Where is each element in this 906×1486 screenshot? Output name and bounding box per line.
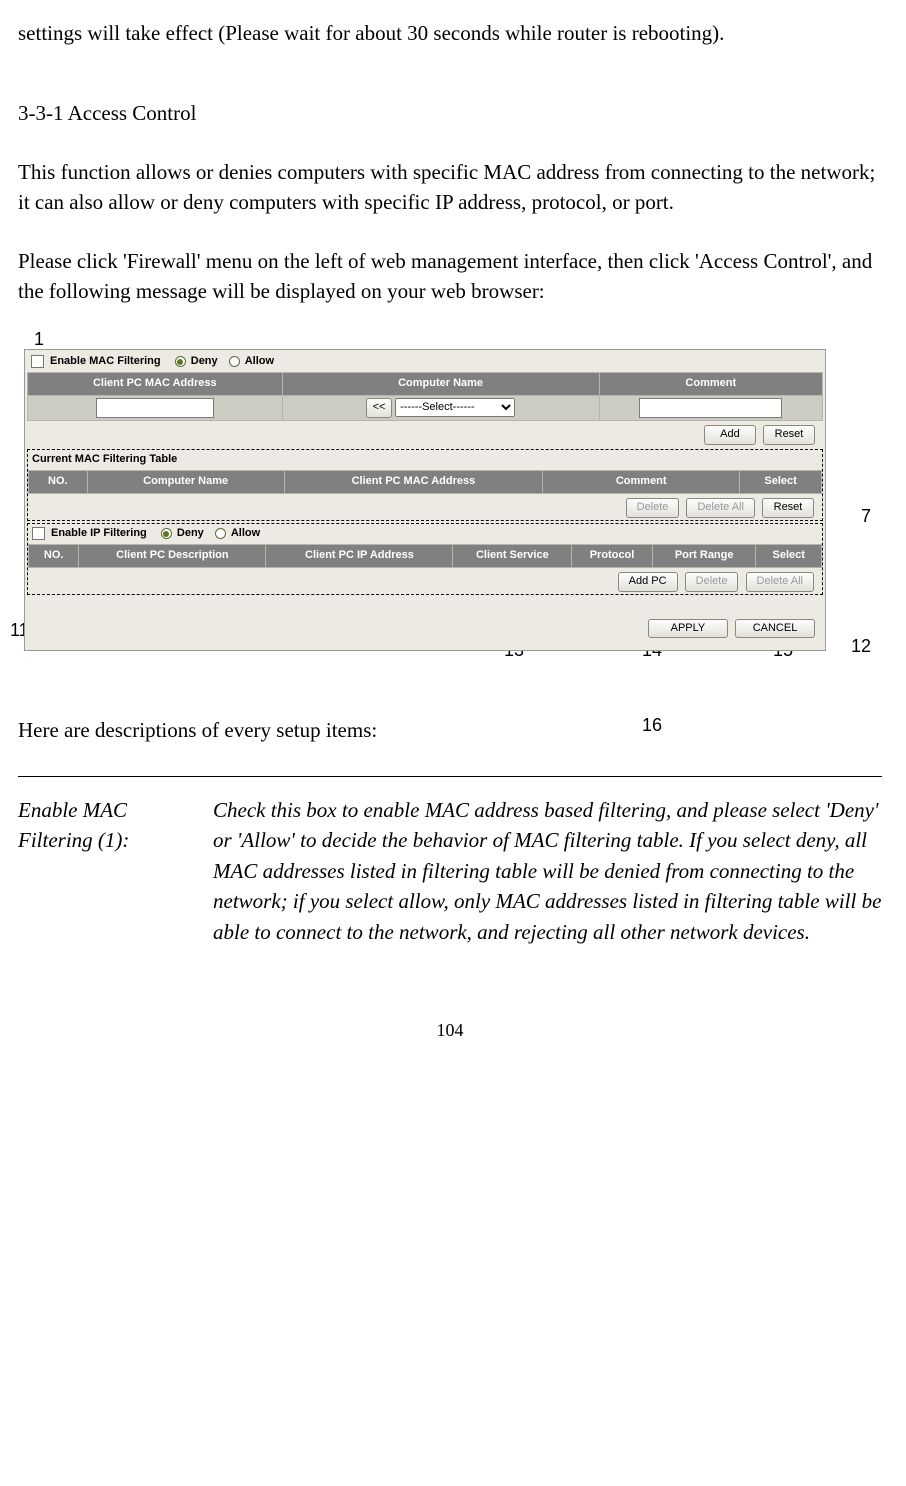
col-comment2: Comment xyxy=(543,470,740,493)
col-comment: Comment xyxy=(599,372,822,395)
ip-delete-button[interactable]: Delete xyxy=(685,572,739,592)
mac-table-box: Current MAC Filtering Table NO. Computer… xyxy=(27,449,823,521)
callout-16: 16 xyxy=(642,712,662,738)
descriptions-intro: Here are descriptions of every setup ite… xyxy=(18,715,882,745)
mac-filter-input-table: Client PC MAC Address Computer Name Comm… xyxy=(27,372,823,421)
col-mac: Client PC MAC Address xyxy=(28,372,283,395)
enable-mac-checkbox[interactable] xyxy=(31,355,44,368)
paragraph-1: This function allows or denies computers… xyxy=(18,157,882,218)
ip-col-select: Select xyxy=(756,544,822,567)
col-name2: Computer Name xyxy=(87,470,284,493)
separator xyxy=(18,776,882,777)
ip-allow-label: Allow xyxy=(231,526,260,542)
enable-ip-label: Enable IP Filtering xyxy=(51,526,147,542)
reset-button[interactable]: Reset xyxy=(763,425,815,445)
ip-col-no: NO. xyxy=(29,544,79,567)
ip-filter-box: Enable IP Filtering Deny Allow NO. Clien… xyxy=(27,523,823,595)
ip-deny-label: Deny xyxy=(177,526,204,542)
col-name: Computer Name xyxy=(282,372,599,395)
ip-filter-table: NO. Client PC Description Client PC IP A… xyxy=(28,544,822,568)
mac-deny-radio[interactable] xyxy=(175,356,186,367)
comment-input[interactable] xyxy=(639,398,782,418)
section-heading: 3-3-1 Access Control xyxy=(18,98,882,128)
apply-button[interactable]: APPLY xyxy=(648,619,728,639)
ip-filter-toggle-row: Enable IP Filtering Deny Allow xyxy=(28,524,822,544)
enable-ip-checkbox[interactable] xyxy=(32,527,45,540)
mac-deny-label: Deny xyxy=(191,354,218,370)
mac-delete-button[interactable]: Delete xyxy=(626,498,680,518)
mac-address-input[interactable] xyxy=(96,398,214,418)
ip-col-service: Client Service xyxy=(453,544,572,567)
paragraph-2: Please click 'Firewall' menu on the left… xyxy=(18,246,882,307)
mac-filter-table: NO. Computer Name Client PC MAC Address … xyxy=(28,470,822,494)
cancel-button[interactable]: CANCEL xyxy=(735,619,815,639)
computer-name-select[interactable]: ------Select------ xyxy=(395,398,515,417)
definition-description: Check this box to enable MAC address bas… xyxy=(213,795,882,947)
ip-col-range: Port Range xyxy=(652,544,756,567)
intro-paragraph: settings will take effect (Please wait f… xyxy=(18,18,882,48)
ip-deny-radio[interactable] xyxy=(161,528,172,539)
page-number: 104 xyxy=(18,1017,882,1043)
mac-allow-radio[interactable] xyxy=(229,356,240,367)
ip-delete-all-button[interactable]: Delete All xyxy=(746,572,814,592)
add-button[interactable]: Add xyxy=(704,425,756,445)
col-select: Select xyxy=(740,470,822,493)
ip-col-protocol: Protocol xyxy=(572,544,653,567)
callout-12: 12 xyxy=(851,633,871,659)
firewall-screenshot: 1 2 3 4 5 6 7 8 9 10 11 12 13 14 15 16 E… xyxy=(18,335,888,686)
mac-table-title: Current MAC Filtering Table xyxy=(28,450,822,470)
enable-mac-label: Enable MAC Filtering xyxy=(50,354,161,370)
col-mac2: Client PC MAC Address xyxy=(284,470,543,493)
callout-7: 7 xyxy=(861,503,871,529)
mac-allow-label: Allow xyxy=(245,354,274,370)
definition-row: Enable MAC Filtering (1): Check this box… xyxy=(18,795,882,947)
ip-allow-radio[interactable] xyxy=(215,528,226,539)
col-no: NO. xyxy=(29,470,88,493)
definition-term: Enable MAC Filtering (1): xyxy=(18,795,213,947)
copy-button[interactable]: << xyxy=(366,398,392,418)
mac-filter-toggle-row: Enable MAC Filtering Deny Allow xyxy=(27,352,823,372)
ip-col-ip: Client PC IP Address xyxy=(266,544,453,567)
mac-reset-button[interactable]: Reset xyxy=(762,498,814,518)
ip-col-desc: Client PC Description xyxy=(79,544,266,567)
mac-delete-all-button[interactable]: Delete All xyxy=(686,498,754,518)
add-pc-button[interactable]: Add PC xyxy=(618,572,678,592)
